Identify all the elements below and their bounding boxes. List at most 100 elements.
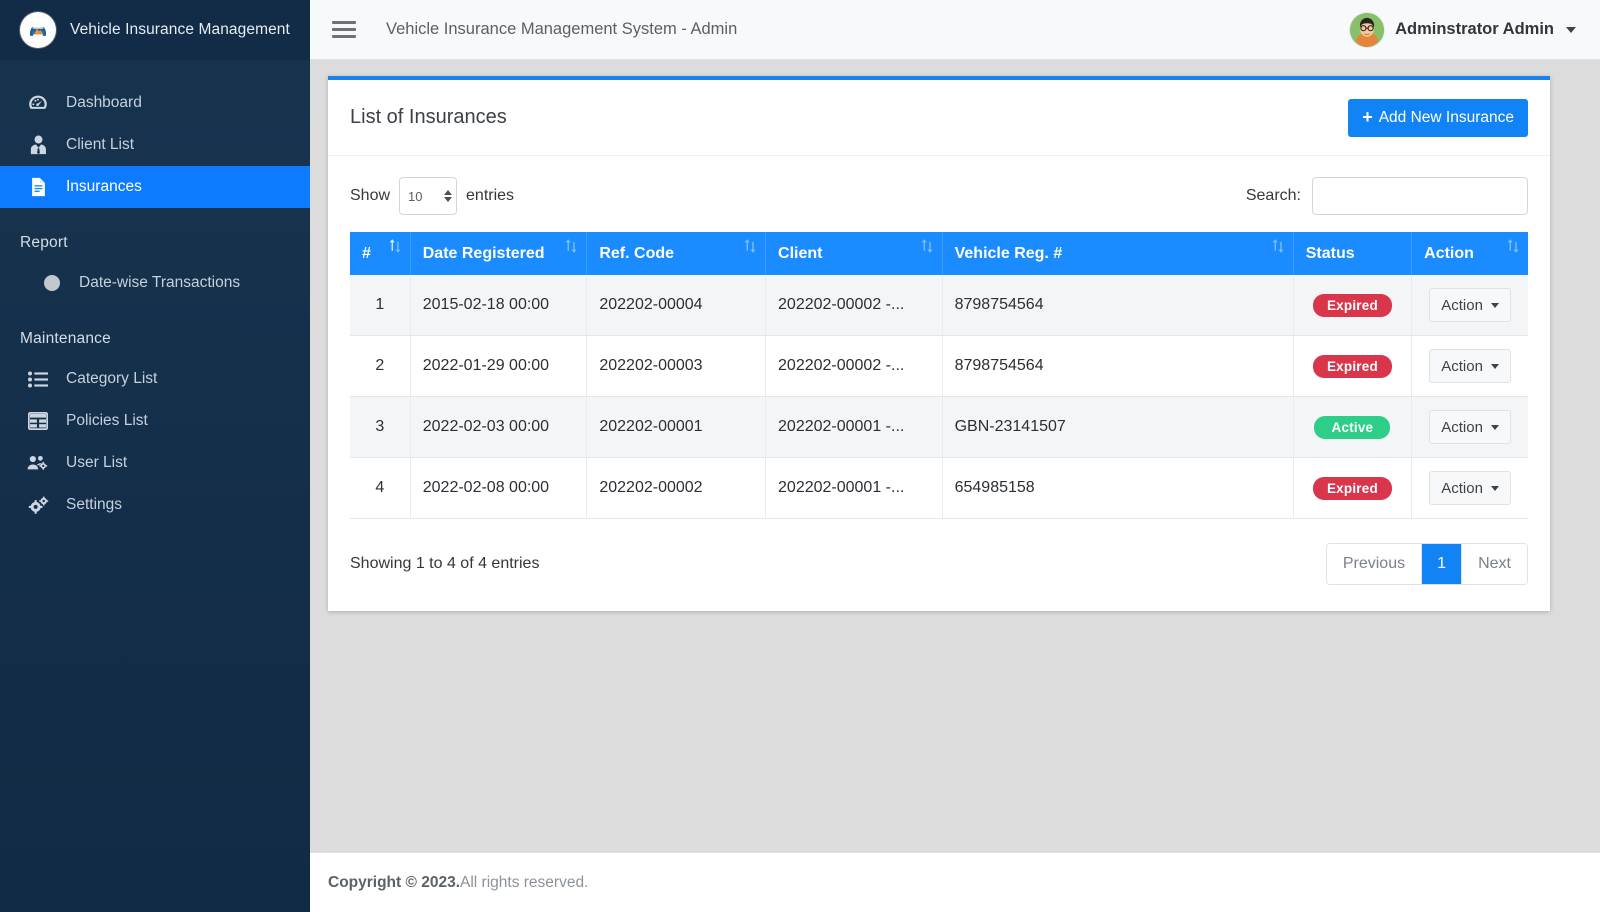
sidebar-item-policies-list[interactable]: Policies List xyxy=(0,400,310,442)
sort-icon xyxy=(744,239,756,253)
caret-down-icon xyxy=(1490,302,1499,308)
pagination-page-1[interactable]: 1 xyxy=(1422,544,1463,584)
cell-action: Action xyxy=(1411,275,1528,336)
sidebar-item-category-list[interactable]: Category List xyxy=(0,358,310,400)
action-dropdown-button[interactable]: Action xyxy=(1429,288,1511,322)
caret-down-icon xyxy=(1490,363,1499,369)
table-row: 2 2022-01-29 00:00 202202-00003 202202-0… xyxy=(350,335,1528,397)
page-title: Vehicle Insurance Management System - Ad… xyxy=(386,20,738,38)
cell-number: 1 xyxy=(350,275,411,336)
sidebar-item-insurances[interactable]: Insurances xyxy=(0,166,310,208)
card-body: Show 10 entries Search: # Date Registere… xyxy=(328,156,1550,611)
action-label: Action xyxy=(1441,357,1483,375)
search-input[interactable] xyxy=(1312,177,1528,215)
sidebar-item-date-wise-transactions[interactable]: Date-wise Transactions xyxy=(0,262,310,304)
status-badge: Expired xyxy=(1312,293,1392,317)
caret-down-icon xyxy=(1566,26,1576,33)
status-badge: Expired xyxy=(1312,354,1392,378)
sidebar-item-settings[interactable]: Settings xyxy=(0,484,310,526)
hamburger-icon[interactable] xyxy=(330,18,358,42)
status-badge: Active xyxy=(1314,415,1391,439)
status-badge: Expired xyxy=(1312,476,1392,500)
action-dropdown-button[interactable]: Action xyxy=(1429,471,1511,505)
column-header-vehicle-reg[interactable]: Vehicle Reg. # xyxy=(942,232,1294,275)
insurances-card: List of Insurances + Add New Insurance S… xyxy=(328,76,1550,611)
sort-icon xyxy=(389,239,401,253)
column-header-ref-code[interactable]: Ref. Code xyxy=(586,232,767,275)
page-length-select[interactable]: 10 xyxy=(399,177,458,215)
sidebar-item-dashboard[interactable]: Dashboard xyxy=(0,82,310,124)
sidebar-item-client-list[interactable]: Client List xyxy=(0,124,310,166)
sidebar: Vehicle Insurance Management Dashboard C… xyxy=(0,0,310,912)
pagination: Previous 1 Next xyxy=(1325,543,1528,585)
cell-vehicle: 8798754564 xyxy=(942,335,1294,397)
cell-number: 4 xyxy=(350,457,411,519)
cell-date: 2022-02-08 00:00 xyxy=(410,457,588,519)
table-grid-icon xyxy=(26,410,50,432)
column-header-number[interactable]: # xyxy=(350,232,411,275)
content-area: List of Insurances + Add New Insurance S… xyxy=(310,60,1600,852)
table-head: # Date Registered Ref. Code Client Vehic… xyxy=(350,232,1528,275)
action-label: Action xyxy=(1441,418,1483,436)
user-menu[interactable]: Adminstrator Admin xyxy=(1350,12,1576,47)
footer: Copyright © 2023. All rights reserved. xyxy=(310,852,1600,912)
insurances-table: # Date Registered Ref. Code Client Vehic… xyxy=(350,232,1528,519)
action-dropdown-button[interactable]: Action xyxy=(1429,349,1511,383)
column-header-client[interactable]: Client xyxy=(765,232,943,275)
avatar xyxy=(1350,12,1385,47)
cell-date: 2022-01-29 00:00 xyxy=(410,335,588,397)
column-header-date-registered[interactable]: Date Registered xyxy=(410,232,588,275)
caret-down-icon xyxy=(1490,485,1499,491)
chevron-updown-icon xyxy=(444,190,453,202)
sidebar-item-label: Category List xyxy=(66,370,158,387)
cell-action: Action xyxy=(1411,335,1528,397)
action-label: Action xyxy=(1441,479,1483,497)
sidebar-nav-primary: Dashboard Client List Insurances xyxy=(0,60,310,208)
cell-vehicle: 654985158 xyxy=(942,457,1294,519)
sidebar-heading-report: Report xyxy=(20,234,68,251)
sidebar-item-user-list[interactable]: User List xyxy=(0,442,310,484)
sort-icon xyxy=(921,239,933,253)
user-tie-icon xyxy=(26,134,50,156)
sidebar-item-label: Insurances xyxy=(66,178,142,195)
add-new-insurance-button[interactable]: + Add New Insurance xyxy=(1348,98,1528,137)
pagination-next[interactable]: Next xyxy=(1462,544,1527,584)
sidebar-item-label: Dashboard xyxy=(66,94,142,111)
topbar: Vehicle Insurance Management System - Ad… xyxy=(310,0,1600,60)
sidebar-brand[interactable]: Vehicle Insurance Management xyxy=(0,0,310,60)
circle-dot-icon xyxy=(40,272,64,294)
sidebar-heading-maintenance: Maintenance xyxy=(20,330,111,347)
action-label: Action xyxy=(1441,296,1483,314)
sidebar-item-label: Settings xyxy=(66,496,123,513)
page-length-value: 10 xyxy=(408,188,423,204)
column-header-status[interactable]: Status xyxy=(1293,232,1413,275)
cell-client: 202202-00001 -... xyxy=(765,396,943,458)
cell-action: Action xyxy=(1411,457,1528,519)
entries-info: Showing 1 to 4 of 4 entries xyxy=(350,555,540,572)
sidebar-item-label: Client List xyxy=(66,136,135,153)
pagination-previous[interactable]: Previous xyxy=(1326,544,1423,584)
sidebar-item-label: User List xyxy=(66,454,128,471)
cell-number: 2 xyxy=(350,335,411,397)
cell-number: 3 xyxy=(350,396,411,458)
cell-action: Action xyxy=(1411,396,1528,458)
footer-copyright-bold: Copyright © 2023. xyxy=(328,873,461,891)
sidebar-brand-title: Vehicle Insurance Management xyxy=(70,21,290,38)
add-new-insurance-label: Add New Insurance xyxy=(1378,108,1514,126)
cell-status: Active xyxy=(1293,396,1413,458)
cell-status: Expired xyxy=(1293,457,1413,519)
table-row: 3 2022-02-03 00:00 202202-00001 202202-0… xyxy=(350,396,1528,458)
column-header-action[interactable]: Action xyxy=(1411,232,1528,275)
cell-date: 2015-02-18 00:00 xyxy=(410,275,588,336)
caret-down-icon xyxy=(1490,424,1499,430)
table-body: 1 2015-02-18 00:00 202202-00004 202202-0… xyxy=(350,275,1528,519)
action-dropdown-button[interactable]: Action xyxy=(1429,410,1511,444)
table-footer: Showing 1 to 4 of 4 entries Previous 1 N… xyxy=(350,543,1528,585)
cogs-icon xyxy=(26,494,50,516)
cell-vehicle: GBN-23141507 xyxy=(942,396,1294,458)
footer-copyright-rest: All rights reserved. xyxy=(460,873,589,891)
cell-client: 202202-00002 -... xyxy=(765,275,943,336)
entries-label: entries xyxy=(466,187,515,204)
cell-vehicle: 8798754564 xyxy=(942,275,1294,336)
cell-date: 2022-02-03 00:00 xyxy=(410,396,588,458)
